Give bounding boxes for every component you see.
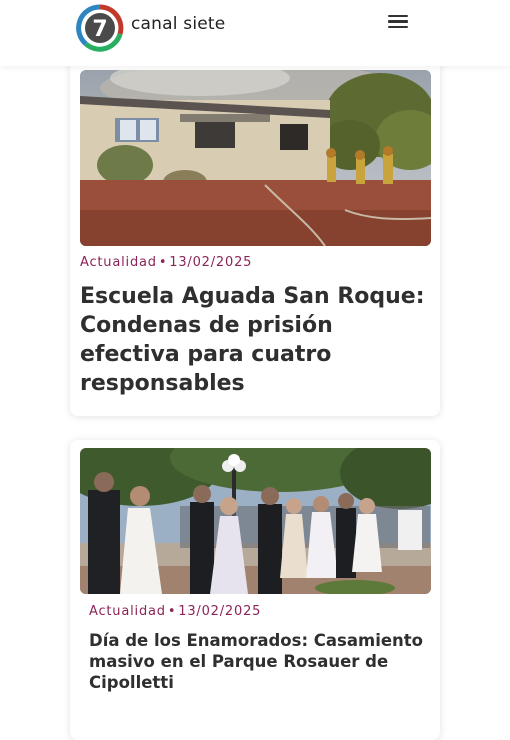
article-title[interactable]: Día de los Enamorados: Casamiento masivo…: [89, 630, 429, 693]
meta-separator: •: [167, 604, 177, 619]
article-image-burned-school[interactable]: [80, 70, 431, 246]
site-header: 7 canal siete: [0, 0, 510, 66]
article-date: 13/02/2025: [178, 604, 262, 619]
article-meta: Actualidad • 13/02/2025: [80, 255, 252, 270]
brand-name: canal siete: [131, 14, 226, 34]
article-meta: Actualidad • 13/02/2025: [89, 604, 261, 619]
article-title-link[interactable]: Día de los Enamorados: Casamiento masivo…: [89, 631, 423, 692]
article-date: 13/02/2025: [169, 255, 253, 270]
meta-separator: •: [158, 255, 168, 270]
article-category[interactable]: Actualidad: [89, 604, 166, 619]
article-title-link[interactable]: Escuela Aguada San Roque: Condenas de pr…: [80, 284, 425, 396]
article-image-mass-wedding[interactable]: [80, 448, 431, 594]
article-category[interactable]: Actualidad: [80, 255, 157, 270]
article-card-school[interactable]: Actualidad • 13/02/2025 Escuela Aguada San…: [70, 54, 440, 416]
hamburger-menu-icon[interactable]: [386, 12, 410, 32]
article-card-wedding[interactable]: Actualidad • 13/02/2025 Día de los Enamora…: [70, 440, 440, 740]
article-title[interactable]: Escuela Aguada San Roque: Condenas de pr…: [80, 282, 436, 398]
channel-7-logo[interactable]: 7: [76, 4, 124, 52]
logo-text: 7: [92, 17, 107, 42]
